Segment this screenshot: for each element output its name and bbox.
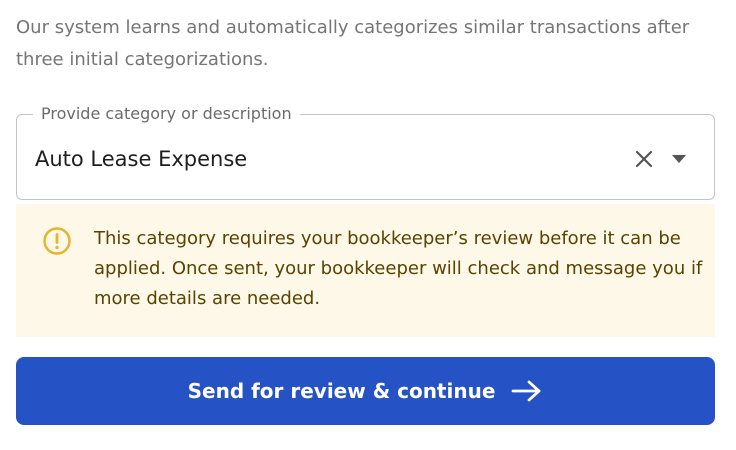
intro-description: Our system learns and automatically cate… [16, 17, 690, 70]
category-input-value[interactable]: Auto Lease Expense [35, 145, 247, 173]
send-for-review-button[interactable]: Send for review & continue [16, 357, 715, 425]
category-input-field[interactable]: Provide category or description Auto Lea… [16, 104, 715, 200]
warning-circle-icon [43, 227, 71, 255]
close-icon [635, 150, 653, 168]
bookkeeper-review-notice: This category requires your bookkeeper’s… [16, 204, 715, 337]
send-for-review-label: Send for review & continue [187, 379, 496, 403]
notice-message: This category requires your bookkeeper’s… [94, 228, 703, 309]
category-field-label: Provide category or description [33, 104, 300, 124]
caret-down-icon [672, 155, 686, 163]
clear-selection-button[interactable] [629, 144, 659, 174]
arrow-right-icon [511, 377, 543, 405]
open-dropdown-button[interactable] [664, 144, 694, 174]
review-category-panel: Our system learns and automatically cate… [0, 0, 736, 450]
